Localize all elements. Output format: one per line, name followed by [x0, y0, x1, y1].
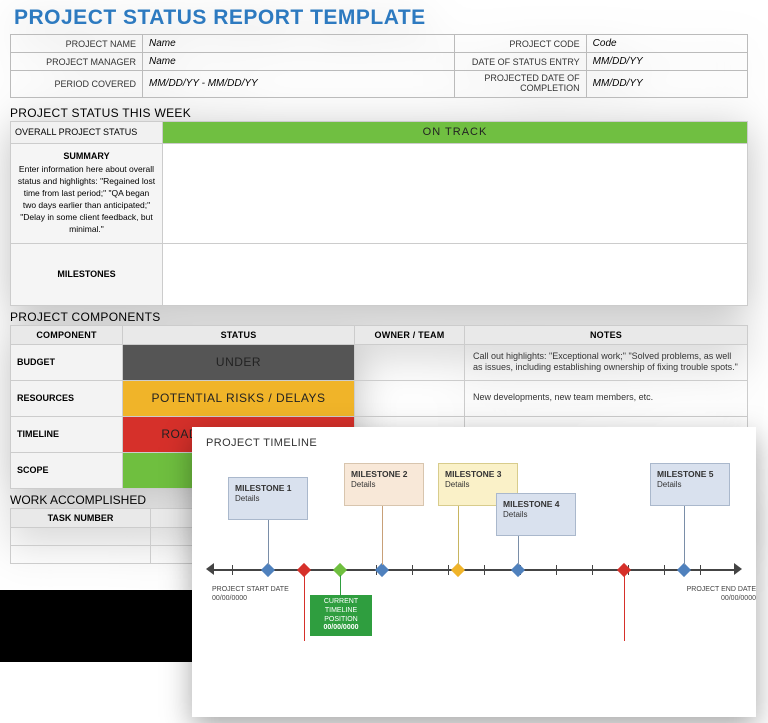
- milestone-box-5: MILESTONE 5 Details: [650, 463, 730, 506]
- end-date: 00/00/0000: [721, 595, 756, 602]
- roadblock-title: ROADBLOCK 1: [264, 647, 323, 656]
- timeline-title: PROJECT TIMELINE: [206, 437, 742, 449]
- end-date-label: PROJECT END DATE 00/00/0000: [666, 585, 756, 603]
- roadblock-detail: Details: [584, 657, 608, 666]
- marker-milestone-2: [375, 563, 389, 577]
- marker-milestone-3: [451, 563, 465, 577]
- axis-tick: [412, 565, 413, 575]
- hdr-lbl-period-covered: PERIOD COVERED: [11, 71, 143, 98]
- axis-tick: [592, 565, 593, 575]
- hdr-lbl-status-entry-date: DATE OF STATUS ENTRY: [454, 53, 586, 71]
- hdr-lbl-completion-date: PROJECTED DATE OF COMPLETION: [454, 71, 586, 98]
- timeline-axis: [212, 569, 736, 571]
- stem: [684, 499, 685, 565]
- comp-status-budget: UNDER: [123, 344, 355, 380]
- work-cell[interactable]: [11, 545, 151, 563]
- roadblock-2: ROADBLOCK 2 Details: [558, 641, 690, 703]
- work-cell[interactable]: [11, 527, 151, 545]
- axis-tick: [700, 565, 701, 575]
- status-week-table: OVERALL PROJECT STATUS ON TRACK SUMMARY …: [10, 121, 748, 306]
- milestone-title: MILESTONE 3: [445, 469, 502, 479]
- start-title: PROJECT START DATE: [212, 586, 289, 593]
- comp-owner-budget[interactable]: [355, 344, 465, 380]
- axis-arrow-left-icon: [206, 563, 214, 575]
- milestone-box-1: MILESTONE 1 Details: [228, 477, 308, 520]
- comp-name-scope: SCOPE: [11, 452, 123, 488]
- start-date: 00/00/0000: [212, 595, 247, 602]
- start-date-label: PROJECT START DATE 00/00/0000: [212, 585, 302, 603]
- hdr-val-completion-date[interactable]: MM/DD/YY: [586, 71, 747, 98]
- hdr-val-project-manager[interactable]: Name: [143, 53, 455, 71]
- milestone-detail: Details: [351, 480, 375, 489]
- roadblock-detail: Details: [264, 657, 288, 666]
- page-title: PROJECT STATUS REPORT TEMPLATE: [0, 0, 760, 32]
- marker-milestone-1: [261, 563, 275, 577]
- milestone-box-4: MILESTONE 4 Details: [496, 493, 576, 536]
- current-label: CURRENT TIMELINE POSITION: [324, 598, 358, 623]
- axis-tick: [484, 565, 485, 575]
- axis-tick: [448, 565, 449, 575]
- overall-status-value: ON TRACK: [163, 121, 748, 143]
- marker-milestone-5: [677, 563, 691, 577]
- hdr-val-project-name[interactable]: Name: [143, 35, 455, 53]
- axis-tick: [556, 565, 557, 575]
- hdr-val-period-covered[interactable]: MM/DD/YY - MM/DD/YY: [143, 71, 455, 98]
- hdr-val-project-code[interactable]: Code: [586, 35, 747, 53]
- milestone-title: MILESTONE 5: [657, 469, 714, 479]
- axis-tick: [664, 565, 665, 575]
- summary-cell: SUMMARY Enter information here about ove…: [11, 143, 163, 243]
- comp-status-resources: POTENTIAL RISKS / DELAYS: [123, 380, 355, 416]
- marker-milestone-4: [511, 563, 525, 577]
- milestone-box-2: MILESTONE 2 Details: [344, 463, 424, 506]
- work-col-task: TASK NUMBER: [11, 508, 151, 527]
- col-notes: NOTES: [465, 325, 748, 344]
- timeline-canvas: MILESTONE 1 Details MILESTONE 2 Details …: [206, 463, 742, 703]
- summary-content[interactable]: [163, 143, 748, 243]
- axis-tick: [232, 565, 233, 575]
- milestone-title: MILESTONE 2: [351, 469, 408, 479]
- hdr-val-status-entry-date[interactable]: MM/DD/YY: [586, 53, 747, 71]
- hdr-lbl-project-name: PROJECT NAME: [11, 35, 143, 53]
- milestone-title: MILESTONE 4: [503, 499, 560, 509]
- summary-body: Enter information here about overall sta…: [18, 164, 155, 233]
- section-components: PROJECT COMPONENTS: [0, 306, 760, 325]
- stem: [340, 575, 341, 595]
- table-row: RESOURCES POTENTIAL RISKS / DELAYS New d…: [11, 380, 748, 416]
- milestones-content[interactable]: [163, 243, 748, 305]
- milestone-detail: Details: [657, 480, 681, 489]
- hdr-lbl-project-code: PROJECT CODE: [454, 35, 586, 53]
- roadblock-1: ROADBLOCK 1 Details: [238, 641, 370, 703]
- stem: [458, 499, 459, 565]
- comp-name-resources: RESOURCES: [11, 380, 123, 416]
- stem: [382, 499, 383, 565]
- stem: [624, 575, 625, 641]
- table-row: BUDGET UNDER Call out highlights: "Excep…: [11, 344, 748, 380]
- timeline-card: PROJECT TIMELINE: [192, 427, 756, 717]
- col-component: COMPONENT: [11, 325, 123, 344]
- axis-arrow-right-icon: [734, 563, 742, 575]
- stem: [268, 515, 269, 565]
- comp-owner-resources[interactable]: [355, 380, 465, 416]
- milestones-title: MILESTONES: [11, 243, 163, 305]
- overall-status-label: OVERALL PROJECT STATUS: [11, 121, 163, 143]
- section-status-week: PROJECT STATUS THIS WEEK: [0, 102, 760, 121]
- comp-name-budget: BUDGET: [11, 344, 123, 380]
- col-owner: OWNER / TEAM: [355, 325, 465, 344]
- header-table: PROJECT NAME Name PROJECT CODE Code PROJ…: [10, 34, 748, 98]
- hdr-lbl-project-manager: PROJECT MANAGER: [11, 53, 143, 71]
- summary-title: SUMMARY: [17, 150, 156, 163]
- comp-notes-resources[interactable]: New developments, new team members, etc.: [465, 380, 748, 416]
- current-position-box: CURRENT TIMELINE POSITION 00/00/0000: [310, 595, 372, 636]
- roadblock-title: ROADBLOCK 2: [584, 647, 643, 656]
- stem: [304, 575, 305, 641]
- end-title: PROJECT END DATE: [687, 586, 756, 593]
- comp-name-timeline: TIMELINE: [11, 416, 123, 452]
- col-status: STATUS: [123, 325, 355, 344]
- comp-notes-budget[interactable]: Call out highlights: "Exceptional work;"…: [465, 344, 748, 380]
- milestone-detail: Details: [503, 510, 527, 519]
- current-date: 00/00/0000: [323, 624, 358, 631]
- milestone-title: MILESTONE 1: [235, 483, 292, 493]
- milestone-detail: Details: [445, 480, 469, 489]
- milestone-detail: Details: [235, 494, 259, 503]
